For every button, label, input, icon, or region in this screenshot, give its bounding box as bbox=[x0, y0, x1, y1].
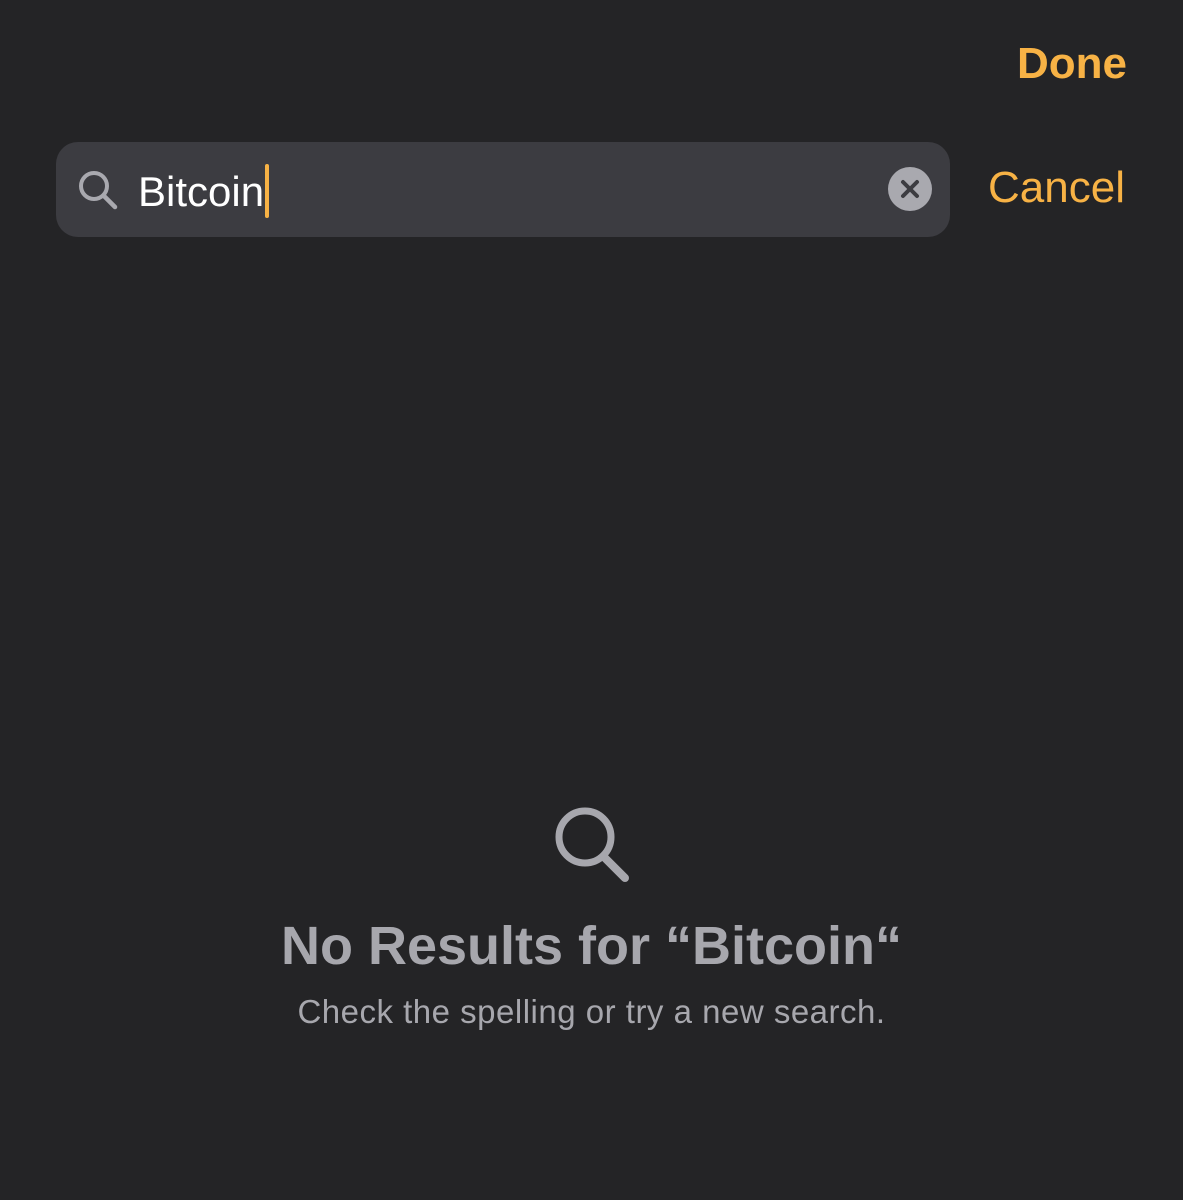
search-input[interactable]: Bitcoin bbox=[138, 164, 270, 218]
empty-state: No Results for “Bitcoin“ Check the spell… bbox=[0, 800, 1183, 1032]
text-caret bbox=[265, 164, 270, 218]
done-button[interactable]: Done bbox=[1017, 38, 1127, 90]
clear-search-button[interactable] bbox=[888, 167, 932, 211]
no-results-title: No Results for “Bitcoin“ bbox=[280, 916, 903, 976]
search-query-text: Bitcoin bbox=[138, 168, 265, 215]
search-icon bbox=[76, 168, 120, 212]
cancel-button[interactable]: Cancel bbox=[988, 162, 1125, 214]
search-field[interactable]: Bitcoin bbox=[56, 142, 950, 237]
no-results-subtitle: Check the spelling or try a new search. bbox=[297, 993, 886, 1030]
clear-icon bbox=[901, 180, 919, 198]
no-results-search-icon bbox=[0, 800, 1183, 890]
